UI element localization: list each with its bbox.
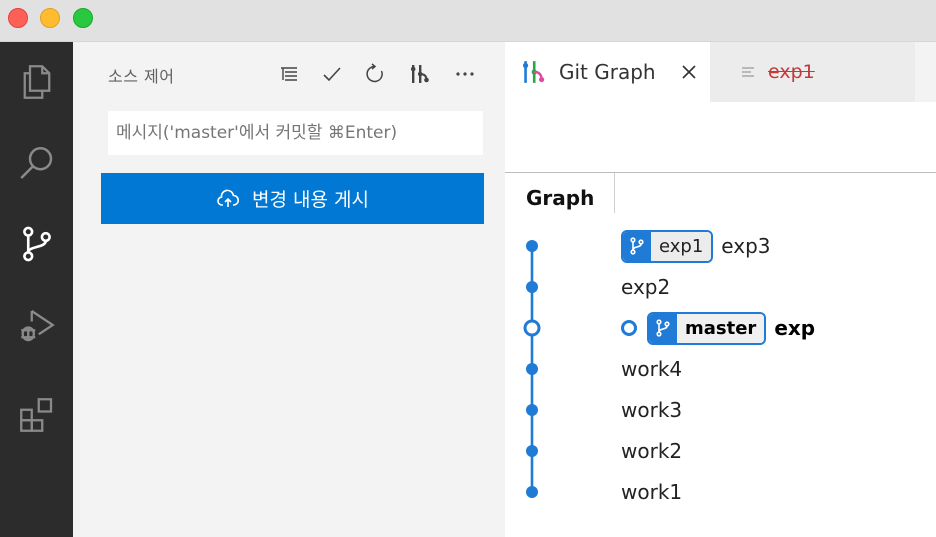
commit-row[interactable]: work3	[621, 395, 682, 425]
branch-name: exp1	[651, 231, 712, 261]
commit-row-head[interactable]: master exp	[621, 311, 816, 345]
branch-icon	[630, 237, 644, 255]
commit-row[interactable]: exp1 exp3	[621, 229, 771, 263]
git-graph-icon	[410, 65, 429, 83]
publish-changes-label: 변경 내용 게시	[252, 189, 369, 211]
commit-row[interactable]: work4	[621, 354, 682, 384]
tab-bar-empty	[915, 42, 936, 102]
search-icon	[19, 147, 52, 179]
branch-label-head[interactable]: master	[647, 311, 767, 345]
git-graph-divider	[505, 172, 936, 173]
commit-check-button[interactable]	[318, 60, 346, 88]
window-title-bar	[0, 0, 936, 42]
source-control-icon	[22, 226, 51, 262]
window-maximize-button[interactable]	[73, 8, 93, 28]
commit-message: exp	[774, 316, 816, 340]
commit-node[interactable]	[526, 363, 538, 375]
activity-bar	[0, 42, 73, 537]
branch-label[interactable]: exp1	[621, 229, 714, 263]
column-header-graph: Graph	[526, 186, 595, 210]
view-as-tree-button[interactable]	[275, 60, 303, 88]
close-icon	[682, 65, 696, 79]
refresh-icon	[366, 63, 383, 83]
commit-message: work4	[621, 357, 683, 381]
column-divider	[614, 173, 615, 213]
panel-title: 소스 제어	[108, 67, 175, 86]
commit-node[interactable]	[526, 240, 538, 252]
commit-row[interactable]: exp2	[621, 272, 670, 302]
publish-changes-button[interactable]: 변경 내용 게시	[101, 173, 484, 224]
commit-row[interactable]: work1	[621, 477, 682, 507]
extensions-icon	[19, 398, 52, 432]
commit-row[interactable]: work2	[621, 436, 682, 466]
cloud-upload-icon	[217, 189, 239, 207]
activity-run-debug[interactable]	[0, 290, 73, 360]
tab-close-button[interactable]	[678, 61, 700, 83]
commit-message: work2	[621, 439, 683, 463]
ellipsis-icon	[456, 72, 474, 76]
tab-label-deleted: exp1	[768, 61, 815, 83]
check-icon	[323, 67, 341, 82]
commit-message: work3	[621, 398, 683, 422]
tab-label: Git Graph	[559, 60, 656, 84]
commit-node[interactable]	[526, 445, 538, 457]
more-actions-button[interactable]	[451, 60, 479, 88]
tab-bar: Git Graph exp1	[505, 42, 936, 102]
window-close-button[interactable]	[8, 8, 28, 28]
branch-name: master	[677, 313, 765, 343]
list-tree-icon	[281, 67, 297, 81]
head-indicator-icon	[621, 320, 637, 336]
editor-area: Git Graph exp1 Graph exp1 exp3 exp2 mast…	[505, 42, 936, 537]
commit-node[interactable]	[526, 404, 538, 416]
branch-icon	[656, 319, 670, 337]
tab-exp1[interactable]: exp1	[710, 42, 915, 102]
activity-source-control[interactable]	[0, 209, 73, 279]
tab-git-graph[interactable]: Git Graph	[505, 42, 710, 102]
commit-message: work1	[621, 480, 683, 504]
commit-node-head[interactable]	[523, 319, 541, 337]
window-minimize-button[interactable]	[40, 8, 60, 28]
source-control-panel: 소스 제어 변경 내용 게시	[73, 42, 505, 537]
activity-extensions[interactable]	[0, 380, 73, 450]
refresh-button[interactable]	[361, 60, 389, 88]
commit-node[interactable]	[526, 486, 538, 498]
activity-explorer[interactable]	[0, 47, 73, 117]
commit-graph	[523, 240, 541, 498]
activity-search[interactable]	[0, 129, 73, 199]
commit-message: exp2	[621, 275, 671, 299]
files-icon	[23, 65, 50, 99]
git-graph-tab-icon	[522, 61, 545, 83]
run-debug-icon	[20, 310, 55, 342]
commit-node[interactable]	[526, 281, 538, 293]
commit-message: exp3	[721, 234, 771, 258]
git-graph-button[interactable]	[406, 60, 434, 88]
commit-message-input[interactable]	[108, 111, 483, 155]
text-file-icon	[742, 67, 754, 77]
